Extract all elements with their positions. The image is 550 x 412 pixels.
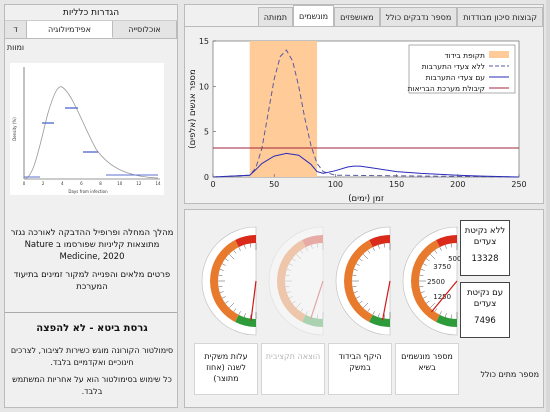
gauge-tick-label: 3750 [433,263,451,271]
chart-legend: תקופת בידוד ללא צעדי התערבות עם צעדי התערב… [408,44,516,94]
divider [5,312,177,313]
stat-no-measures-title: ללא נקיטת צעדים [464,226,506,247]
disclaimer-text-2: כל שימוש בסימולטור הוא על אחריות המשתמש … [12,375,172,396]
x-tick-label: 100 [328,180,343,189]
gauge-2 [268,226,324,336]
dashboard-panel: 5000125025003750 מספר מונשמים בשיא היקף … [184,209,544,408]
version-label: גרסת ביטא - לא להפצה [36,323,148,334]
figure-x-tick: 10 [117,181,123,186]
x-tick-label: 50 [269,180,279,189]
x-tick-label: 200 [450,180,465,189]
legend-entry: ללא צעדי התערבות [422,62,485,71]
gauge-tick-label: 2500 [427,278,445,286]
results-tabs: קבוצות סיכון מבודדות מספר נדבקים כולל מא… [185,5,543,27]
figure-x-tick: 14 [155,181,161,186]
legend-entry: קיבולת מערכת הבריאות [408,84,485,93]
epidemiology-description: מהלך המחלה ופרופיל ההדבקה לאורכה נגזר מת… [10,228,174,262]
y-tick-label: 5 [204,128,209,137]
stat-with-measures: עם נקיטת צעדים 7496 [460,282,510,338]
stat-with-measures-value: 7496 [474,316,496,326]
tab-ventilated[interactable]: מונשמים [293,5,335,26]
total-deaths-label: מספר מתים כולל [480,370,539,379]
tab-hospitalized[interactable]: מאושפזים [334,7,380,26]
stat-with-measures-title: עם נקיטת צעדים [466,288,504,309]
infectiousness-profile-figure: 0 2 4 6 8 10 12 14 Days from infection Density … [10,63,164,195]
figure-x-tick: 8 [99,181,102,186]
gauge-card-isolation-scope: היקף הבידוד במשק [328,343,392,395]
stat-no-measures: ללא נקיטת צעדים 13328 [460,220,510,276]
gauge-3 [201,226,257,336]
gauge-card-budget: הוצאה תקציבית [261,343,325,395]
ventilated-chart: 0 50 100 150 200 250 0 5 10 15 זמן (ימים) מספר אנשי… [188,37,527,204]
general-settings-panel: הגדרות כלליות ד ומוות אפידמיולוגיה אוכלו… [4,4,178,408]
figure-xlabel: Days from infection [68,189,108,194]
y-tick-label: 0 [204,173,209,182]
y-axis-label: מספר אנשים (אלפים) [188,69,198,148]
tab-total-infected[interactable]: מספר נדבקים כולל [379,7,458,26]
tab-risk-groups[interactable]: קבוצות סיכון מבודדות [457,7,543,26]
legend-entry: תקופת בידוד [444,51,485,60]
figure-x-tick: 6 [80,181,83,186]
tab-mortality[interactable]: ד ומוות [5,21,27,52]
x-tick-label: 0 [210,180,215,189]
figure-x-tick: 2 [42,181,45,186]
window-edge [546,0,550,412]
x-tick-label: 250 [511,180,526,189]
settings-tabs: ד ומוות אפידמיולוגיה אוכלוסייה [5,21,177,52]
gauge-0: 5000125025003750 [402,226,461,336]
x-tick-label: 150 [389,180,404,189]
panel-title: הגדרות כלליות [5,5,177,21]
figure-x-tick: 12 [136,181,142,186]
gauge-1 [335,226,391,336]
simulator-app: הגדרות כלליות ד ומוות אפידמיולוגיה אוכלו… [0,0,550,412]
figure-x-tick: 4 [61,181,64,186]
legend-swatch [489,51,509,58]
results-panel: קבוצות סיכון מבודדות מספר נדבקים כולל מא… [184,4,544,204]
tab-mortality-results[interactable]: תמותה [257,7,294,26]
gauge-card-peak-ventilated: מספר מונשמים בשיא [395,343,459,395]
tab-epidemiology[interactable]: אפידמיולוגיה [27,21,113,38]
figure-x-tick: 0 [23,181,26,186]
gauge-card-economic-cost: עלות משקית לשנה (אחוז מתוצר) [194,343,258,395]
figure-ylabel: Density (%) [12,117,17,141]
disclaimer-text: סימולטור הקורונה מוגש כשירות לציבור, לצר… [10,346,174,367]
stat-no-measures-value: 13328 [471,254,499,264]
epidemiology-description-2: פרטים מלאים והפנייה למקור זמינים בתיעוד … [13,270,171,292]
x-axis-label: זמן (ימים) [348,194,384,204]
tab-population[interactable]: אוכלוסייה [113,21,177,38]
y-tick-label: 15 [199,37,209,46]
legend-entry: עם צעדי התערבות [426,73,486,82]
y-tick-label: 10 [199,82,209,91]
